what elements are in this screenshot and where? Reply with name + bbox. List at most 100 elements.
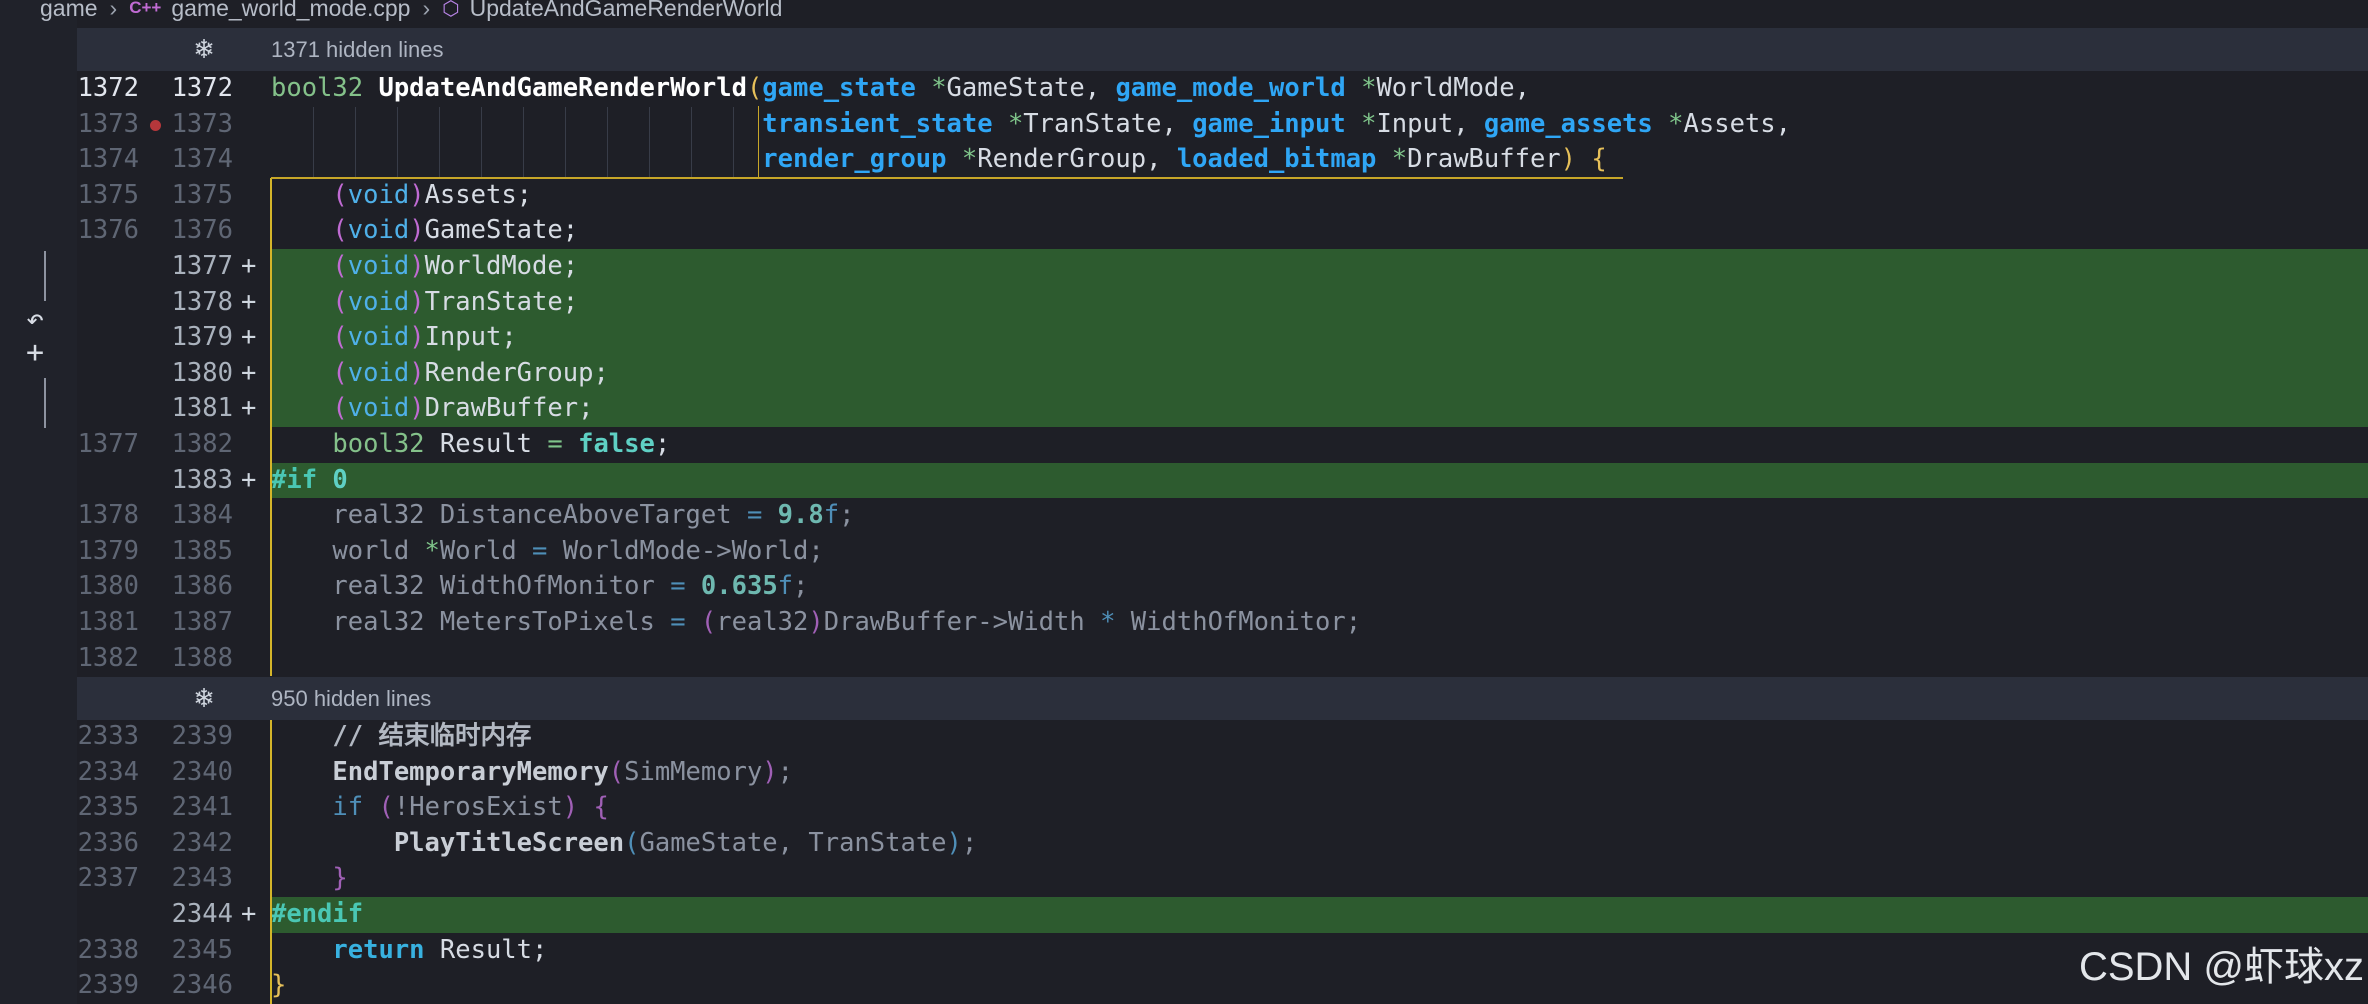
hidden-lines-fold[interactable]: ❄ 950 hidden lines [77, 677, 2368, 721]
code-text[interactable]: if (!HerosExist) { [271, 790, 2368, 826]
code-token: = [547, 428, 563, 459]
original-line-number: 2339 [77, 970, 139, 1001]
code-text[interactable]: EndTemporaryMemory(SimMemory); [271, 755, 2368, 791]
expand-icon[interactable]: ❄ [190, 683, 218, 714]
code-token: ( [332, 179, 348, 210]
code-token: void [347, 179, 410, 210]
code-line[interactable]: 1372 1372 bool32 UpdateAndGameRenderWorld(… [77, 71, 2368, 107]
breadcrumb-symbol[interactable]: UpdateAndGameRenderWorld [470, 0, 783, 22]
code-text[interactable]: (void)Assets; [271, 178, 2368, 214]
modified-line-number: 1379 [171, 322, 233, 353]
code-text[interactable]: world *World = WorldMode->World; [271, 534, 2368, 570]
code-text[interactable]: real32 DistanceAboveTarget = 9.8f; [271, 498, 2368, 534]
added-code-line[interactable]: 1381 + (void)DrawBuffer; [77, 391, 2368, 427]
original-line-number: 2337 [77, 863, 139, 894]
modified-line-number: 1376 [171, 215, 233, 246]
signature-change-underline [271, 177, 1623, 179]
code-text[interactable]: (void)GameState; [271, 213, 2368, 249]
revert-change-icon[interactable]: ↶ [26, 302, 44, 337]
code-text[interactable]: transient_state *TranState, game_input *… [271, 107, 2368, 143]
code-token: real32 [716, 606, 809, 637]
code-text[interactable]: } [271, 861, 2368, 897]
modified-line-number: 1381 [171, 393, 233, 424]
code-text[interactable]: (void)TranState; [271, 284, 2368, 321]
code-token: ) [946, 827, 962, 858]
code-line[interactable]: 1381 1387 real32 MetersToPixels = (real32… [77, 604, 2368, 641]
added-code-line[interactable]: 1380 + (void)RenderGroup; [77, 355, 2368, 392]
breadcrumb-file[interactable]: game_world_mode.cpp [171, 0, 410, 22]
code-line[interactable]: 2333 2339 // 结束临时内存 [77, 719, 2368, 755]
code-line[interactable]: 1379 1385 world *World = WorldMode->World… [77, 533, 2368, 570]
code-text[interactable]: real32 WidthOfMonitor = 0.635f; [271, 569, 2368, 605]
stage-change-icon[interactable]: + [26, 335, 44, 370]
code-line[interactable]: 1377 1382 bool32 Result = false; [77, 426, 2368, 463]
code-text[interactable]: render_group *RenderGroup, loaded_bitmap… [271, 142, 2368, 178]
code-token: ) [409, 357, 425, 388]
code-text[interactable]: return Result; [271, 933, 2368, 969]
original-line-number: 1378 [77, 500, 139, 531]
code-line[interactable]: 1375 1375 (void)Assets; [77, 177, 2368, 214]
code-text[interactable]: PlayTitleScreen(GameState, TranState); [271, 826, 2368, 862]
code-token: = [532, 535, 548, 566]
code-text[interactable] [271, 641, 2368, 677]
hidden-lines-fold[interactable]: ❄ 1371 hidden lines [77, 28, 2368, 71]
code-line[interactable]: 2334 2340 EndTemporaryMemory(SimMemory); [77, 754, 2368, 791]
change-indicator-bar [270, 790, 272, 826]
code-text[interactable]: (void)Input; [271, 320, 2368, 356]
modified-line-number: 2344 [171, 899, 233, 930]
code-text[interactable]: (void)DrawBuffer; [271, 391, 2368, 427]
code-text[interactable]: (void)WorldMode; [271, 248, 2368, 285]
code-line[interactable]: 1382 1388 [77, 640, 2368, 677]
code-token: } [271, 970, 287, 1001]
code-token: 9.8 [777, 500, 824, 531]
added-line-plus-icon: + [241, 322, 257, 353]
code-text[interactable]: bool32 UpdateAndGameRenderWorld(game_sta… [271, 71, 2368, 107]
code-line[interactable]: 1376 1376 (void)GameState; [77, 213, 2368, 249]
added-code-line[interactable]: 1383 + #if 0 [77, 462, 2368, 499]
added-code-line[interactable]: 1377 + (void)WorldMode; [77, 248, 2368, 285]
added-code-line[interactable]: 1379 + (void)Input; [77, 320, 2368, 356]
modified-line-number: 1384 [171, 500, 233, 531]
breakpoint-icon[interactable] [150, 119, 161, 131]
code-text[interactable]: // 结束临时内存 [271, 719, 2368, 755]
code-token: ; [777, 756, 794, 787]
code-token: ) [409, 286, 425, 317]
code-line[interactable]: 2335 2341 if (!HerosExist) { [77, 790, 2368, 826]
added-code-line[interactable]: 1378 + (void)TranState; [77, 284, 2368, 321]
code-text[interactable]: real32 MetersToPixels = (real32)DrawBuff… [271, 605, 2368, 641]
code-line[interactable]: 1374 1374 render_group *RenderGroup, load… [77, 142, 2368, 178]
breadcrumb-folder[interactable]: game [40, 0, 98, 22]
code-token: ; [839, 500, 855, 531]
modified-line-number: 2340 [171, 756, 233, 787]
diff-editor[interactable]: 1372 1372 bool32 UpdateAndGameRenderWorld(… [77, 71, 2368, 1004]
code-token: Result; [424, 934, 548, 965]
code-line[interactable]: 1380 1386 real32 WidthOfMonitor = 0.635f; [77, 569, 2368, 605]
code-line[interactable]: 2336 2342 PlayTitleScreen(GameState, Tran… [77, 825, 2368, 862]
code-line[interactable]: 2338 2345 return Result; [77, 932, 2368, 969]
code-text[interactable]: #if 0 [271, 462, 2368, 499]
code-line[interactable]: 1373 1373 transient_state *TranState, gam… [77, 107, 2368, 143]
code-text[interactable]: (void)RenderGroup; [271, 355, 2368, 392]
code-line[interactable]: 2337 2343 } [77, 861, 2368, 898]
added-code-line[interactable]: 2344 + #endif [77, 897, 2368, 933]
change-indicator-bar [270, 719, 272, 755]
code-line[interactable]: 2339 2346} [77, 968, 2368, 1004]
hidden-lines-label: 950 hidden lines [271, 685, 432, 711]
change-indicator-bar [270, 177, 272, 214]
expand-icon[interactable]: ❄ [190, 34, 218, 65]
code-line[interactable]: 1378 1384 real32 DistanceAboveTarget = 9.… [77, 498, 2368, 534]
code-text[interactable]: bool32 Result = false; [271, 427, 2368, 463]
modified-line-number: 1373 [171, 108, 233, 139]
code-text[interactable]: } [271, 968, 2368, 1004]
code-text[interactable]: #endif [271, 897, 2368, 933]
code-token: ( [746, 73, 763, 103]
original-line-number: 1375 [77, 179, 139, 210]
chevron-right-icon: › [422, 0, 431, 21]
change-indicator-bar [270, 825, 272, 862]
code-token: false [578, 428, 655, 459]
code-token: ( [332, 357, 348, 388]
code-token: } [332, 863, 348, 894]
